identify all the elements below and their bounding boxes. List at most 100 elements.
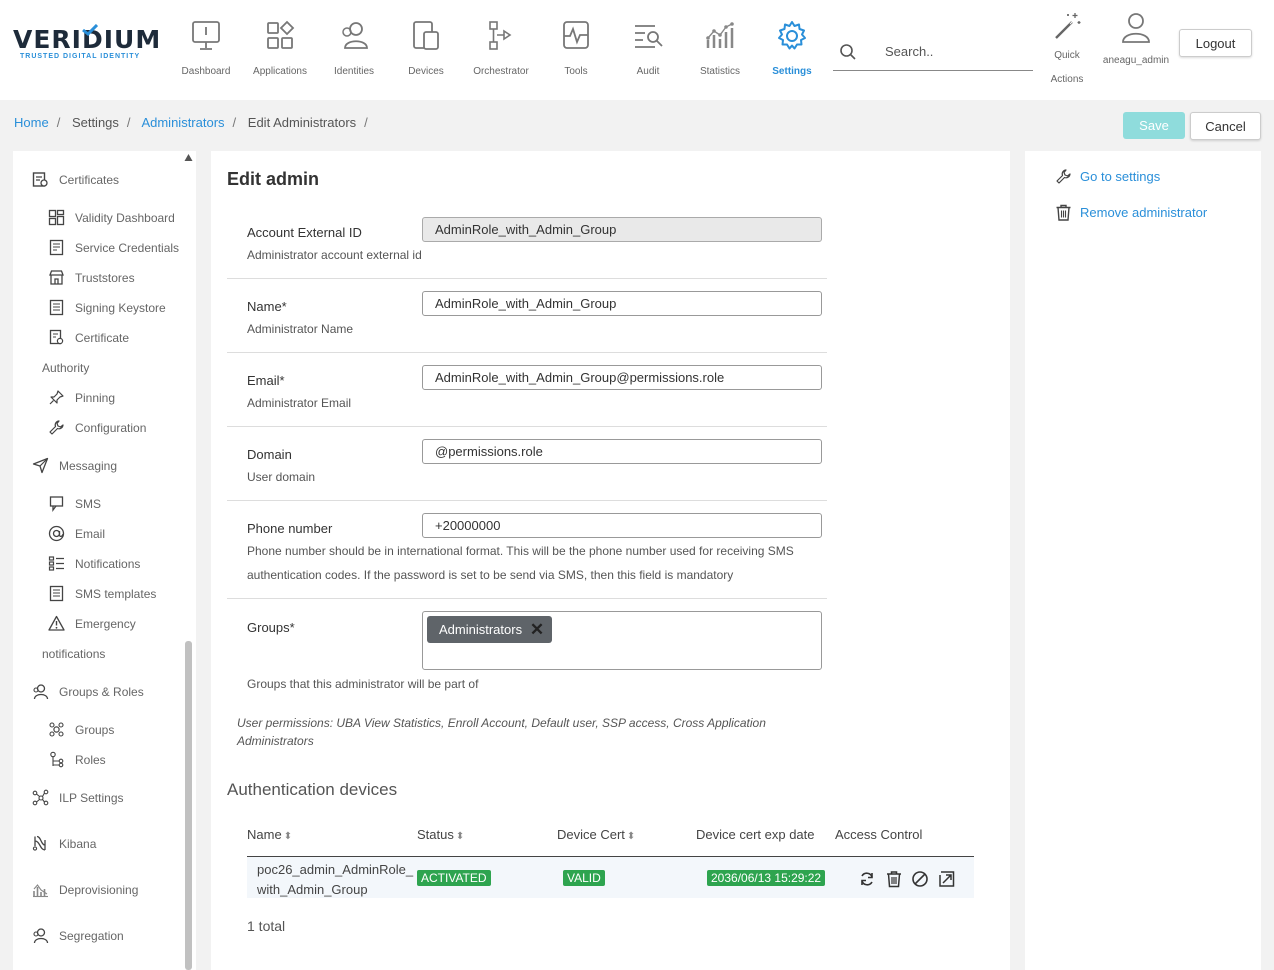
nav-dashboard[interactable]: Dashboard	[170, 18, 242, 77]
search-icon[interactable]	[839, 43, 857, 61]
users-icon	[33, 684, 49, 700]
search-input[interactable]	[885, 39, 1025, 63]
phone-help-line2: authentication codes. If the password is…	[247, 568, 734, 582]
nav-orchestrator[interactable]: Orchestrator	[465, 18, 537, 77]
open-external-icon[interactable]	[938, 870, 956, 888]
logout-button[interactable]: Logout	[1179, 29, 1252, 57]
sidebar-item-messaging[interactable]: Messaging	[32, 457, 117, 474]
sidebar-item-sms[interactable]: SMS	[48, 495, 101, 512]
nav-settings[interactable]: Settings	[756, 18, 828, 77]
phone-field[interactable]	[422, 513, 822, 538]
sidebar-item-label: Signing Keystore	[75, 300, 166, 315]
cancel-button[interactable]: Cancel	[1190, 112, 1261, 140]
save-button[interactable]: Save	[1123, 112, 1185, 139]
sidebar-item-notifications[interactable]: Notifications	[48, 555, 140, 572]
external-id-field	[422, 217, 822, 242]
sort-icon: ⬍	[455, 831, 465, 842]
sidebar-item-ilp-settings[interactable]: ILP Settings	[32, 789, 124, 806]
deprovisioning-chart-icon	[33, 884, 48, 898]
domain-field[interactable]	[422, 439, 822, 464]
email-field[interactable]	[422, 365, 822, 390]
sidebar-item-certificates[interactable]: Certificates	[32, 171, 119, 188]
sidebar-item-certificate-authority[interactable]: Certificate	[48, 329, 129, 346]
user-menu[interactable]: aneagu_admin	[1098, 10, 1174, 66]
sidebar-item-label: ILP Settings	[59, 790, 124, 805]
sidebar-item-roles[interactable]: Roles	[48, 751, 106, 768]
breadcrumb-settings: Settings	[71, 115, 119, 130]
nav-label: Tools	[564, 66, 588, 77]
sidebar-item-label: Segregation	[59, 928, 124, 943]
block-icon[interactable]	[911, 870, 929, 888]
phone-label: Phone number	[247, 521, 333, 536]
sidebar-item-label: Certificates	[59, 172, 120, 187]
row-divider	[227, 500, 827, 501]
row-divider	[227, 278, 827, 279]
sidebar-item-service-credentials[interactable]: Service Credentials	[48, 239, 179, 256]
sidebar-item-segregation[interactable]: Segregation	[32, 927, 124, 944]
apps-grid-icon	[267, 20, 295, 49]
remove-chip-icon[interactable]: ✕	[530, 616, 544, 643]
breadcrumb-edit-administrators: Edit Administrators	[247, 115, 357, 130]
sidebar-scrollbar-thumb[interactable]	[185, 641, 192, 970]
list-icon	[48, 556, 64, 571]
breadcrumb-administrators[interactable]: Administrators	[141, 115, 224, 130]
nav-identities[interactable]: Identities	[318, 18, 390, 77]
trash-icon[interactable]	[885, 870, 903, 888]
refresh-icon[interactable]	[858, 870, 876, 888]
sidebar-item-deprovisioning[interactable]: Deprovisioning	[32, 881, 138, 898]
go-to-settings-link[interactable]: Go to settings	[1055, 168, 1160, 185]
sidebar-item-emergency-notifications[interactable]: Emergency	[48, 615, 136, 632]
groups-label: Groups*	[247, 620, 295, 635]
remove-administrator-link[interactable]: Remove administrator	[1055, 204, 1207, 221]
sidebar-item-label: Configuration	[75, 420, 147, 435]
phone-help-line1: Phone number should be in international …	[247, 544, 794, 558]
veridium-logo[interactable]: VERIDIUM TRUSTED DIGITAL IDENTITY	[13, 24, 161, 60]
sidebar-item-kibana[interactable]: Kibana	[32, 835, 96, 852]
column-header-status[interactable]: Status ⬍	[417, 827, 464, 842]
nav-statistics[interactable]: Statistics	[684, 18, 756, 77]
nav-devices[interactable]: Devices	[390, 18, 462, 77]
user-avatar-icon	[1122, 13, 1150, 43]
nav-label: Settings	[772, 66, 812, 77]
external-id-help: Administrator account external id	[247, 248, 422, 262]
nav-applications[interactable]: Applications	[244, 18, 316, 77]
sidebar-item-email[interactable]: Email	[48, 525, 105, 542]
sidebar-item-groups[interactable]: Groups	[48, 721, 114, 738]
groups-icon	[49, 722, 64, 737]
scroll-up-arrow-icon[interactable]	[184, 153, 193, 162]
sidebar-item-label: Roles	[75, 752, 106, 767]
column-header-device-cert[interactable]: Device Cert ⬍	[557, 827, 635, 842]
document-icon	[49, 239, 64, 256]
sidebar-item-label: Messaging	[59, 458, 118, 473]
quick-actions-button[interactable]: Quick Actions	[1040, 10, 1094, 92]
column-header-access-control: Access Control	[835, 827, 922, 842]
breadcrumb-home[interactable]: Home	[14, 115, 49, 130]
name-field[interactable]	[422, 291, 822, 316]
sidebar-item-truststores[interactable]: Truststores	[48, 269, 135, 286]
sidebar-item-label: Groups	[75, 722, 115, 737]
sidebar-item-label: SMS templates	[75, 586, 157, 601]
column-header-exp-date: Device cert exp date	[696, 827, 815, 842]
sidebar-item-pinning[interactable]: Pinning	[48, 389, 115, 406]
device-name-line: with_Admin_Group	[257, 882, 368, 897]
sort-icon: ⬍	[626, 831, 636, 842]
sidebar-item-sms-templates[interactable]: SMS templates	[48, 585, 156, 602]
search-box	[833, 35, 1033, 71]
groups-multiselect[interactable]: Administrators ✕	[422, 611, 822, 670]
nav-audit[interactable]: Audit	[612, 18, 684, 77]
certificate-icon	[32, 172, 48, 187]
sidebar-item-validity-dashboard[interactable]: Validity Dashboard	[48, 209, 175, 226]
sidebar-item-signing-keystore[interactable]: Signing Keystore	[48, 299, 166, 316]
sidebar-item-label-continued: Authority	[42, 361, 90, 375]
sidebar-item-configuration[interactable]: Configuration	[48, 419, 146, 436]
segregation-users-icon	[33, 928, 49, 944]
nav-tools[interactable]: Tools	[540, 18, 612, 77]
sidebar-item-groups-roles[interactable]: Groups & Roles	[32, 683, 144, 700]
external-id-label: Account External ID	[247, 225, 362, 240]
dashboard-grid-icon	[48, 209, 65, 226]
keystore-document-icon	[49, 299, 64, 316]
column-header-name[interactable]: Name ⬍	[247, 827, 292, 842]
wrench-icon	[49, 420, 64, 435]
sidebar-item-label: SMS	[75, 496, 102, 511]
top-bar: VERIDIUM TRUSTED DIGITAL IDENTITY Dashbo…	[0, 0, 1274, 100]
